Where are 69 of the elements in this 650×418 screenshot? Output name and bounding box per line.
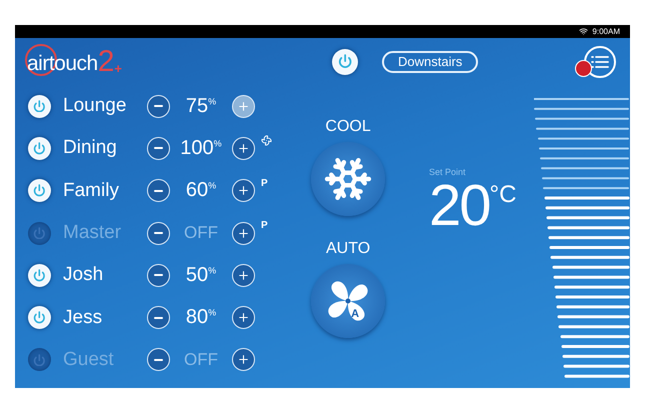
zone-value: 60$^{%}$ bbox=[184, 179, 218, 202]
zone-name: Josh bbox=[63, 264, 104, 286]
group-selector[interactable]: Downstairs bbox=[382, 50, 478, 72]
plus-icon bbox=[237, 268, 250, 282]
increase-button[interactable] bbox=[232, 306, 255, 330]
zone-value: 75$^{%}$ bbox=[184, 94, 218, 118]
zone-name: Lounge bbox=[63, 95, 128, 118]
increase-button[interactable] bbox=[232, 264, 255, 287]
decrease-button[interactable] bbox=[147, 136, 170, 160]
power-icon bbox=[33, 184, 46, 198]
plus-icon bbox=[237, 226, 250, 240]
increase-button[interactable] bbox=[232, 94, 255, 118]
zone-value: OFF bbox=[183, 350, 219, 370]
increase-button[interactable] bbox=[232, 348, 255, 372]
fan-speed-button[interactable]: A bbox=[311, 264, 386, 338]
decrease-button[interactable] bbox=[147, 306, 170, 330]
decrease-button[interactable] bbox=[147, 222, 170, 245]
setpoint-label: Set Point bbox=[429, 167, 467, 177]
increase-button[interactable] bbox=[232, 179, 255, 202]
zone-power-button[interactable] bbox=[28, 94, 51, 118]
decrease-button[interactable] bbox=[147, 94, 170, 118]
power-icon bbox=[33, 269, 46, 282]
minus-icon bbox=[154, 147, 163, 150]
plus-icon bbox=[237, 100, 250, 113]
fan-label: AUTO bbox=[326, 240, 370, 258]
minus-icon bbox=[154, 105, 163, 108]
power-icon bbox=[33, 354, 46, 366]
minus-icon bbox=[154, 274, 163, 276]
zone-name: Family bbox=[63, 180, 120, 202]
menu-icon bbox=[591, 54, 609, 68]
increase-button[interactable] bbox=[232, 222, 255, 245]
plus-icon bbox=[237, 311, 250, 324]
zone-power-button[interactable] bbox=[28, 306, 51, 330]
zone-name: Jess bbox=[63, 306, 104, 329]
power-icon bbox=[33, 311, 46, 324]
decrease-button[interactable] bbox=[147, 179, 170, 202]
power-icon bbox=[33, 226, 46, 240]
increase-button[interactable] bbox=[232, 136, 255, 160]
zone-value: OFF bbox=[183, 223, 219, 244]
status-time: 9:00AM bbox=[592, 27, 620, 36]
minus-icon bbox=[154, 190, 163, 192]
zone-power-button[interactable] bbox=[28, 179, 51, 202]
power-icon bbox=[338, 54, 352, 69]
power-icon bbox=[33, 100, 46, 112]
zone-power-button[interactable] bbox=[28, 136, 51, 160]
minus-icon bbox=[154, 316, 163, 319]
minus-icon bbox=[154, 232, 163, 234]
zone-indicator: P bbox=[261, 178, 268, 189]
zone-value: 80$^{%}$ bbox=[184, 306, 218, 330]
auto-letter: A bbox=[351, 308, 360, 320]
plus-icon bbox=[237, 184, 250, 198]
decrease-button[interactable] bbox=[147, 264, 170, 287]
zone-indicator: P bbox=[261, 220, 268, 231]
zone-value: 100$^{%}$ bbox=[179, 136, 223, 160]
power-button[interactable] bbox=[332, 48, 358, 74]
zone-value: 50$^{%}$ bbox=[184, 264, 218, 287]
plus-icon bbox=[237, 142, 250, 155]
plus-icon bbox=[237, 353, 250, 366]
mode-button[interactable] bbox=[311, 142, 386, 216]
wifi-icon bbox=[579, 27, 588, 36]
decrease-button[interactable] bbox=[147, 348, 170, 372]
zone-name: Master bbox=[63, 222, 122, 244]
zone-name: Dining bbox=[63, 137, 118, 160]
zone-power-button[interactable] bbox=[28, 264, 51, 287]
zone-name: Guest bbox=[63, 348, 115, 371]
fan-icon bbox=[261, 135, 272, 146]
power-icon bbox=[33, 142, 46, 155]
mode-label: COOL bbox=[325, 118, 371, 136]
minus-icon bbox=[154, 358, 163, 361]
